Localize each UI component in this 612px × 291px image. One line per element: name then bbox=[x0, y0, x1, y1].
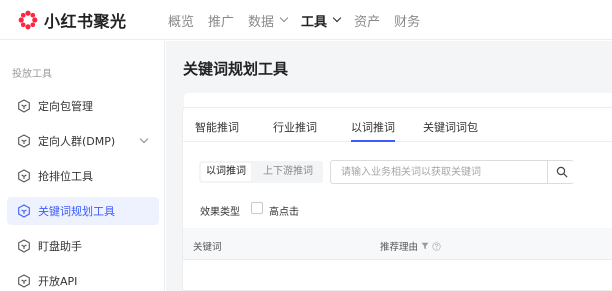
nav-label: 工具 bbox=[301, 14, 328, 30]
column-header-reason: 推荐理由 bbox=[380, 239, 441, 253]
high-click-checkbox[interactable] bbox=[251, 202, 263, 214]
tab-industry-recommend[interactable]: 行业推词 bbox=[273, 119, 317, 135]
keyword-panel: 智能推词 行业推词 以词推词 关键词词包 以词推词 上下游推词 效果类型 高点击 bbox=[182, 107, 612, 291]
table-header: 关键词 推荐理由 bbox=[183, 228, 612, 260]
nav-item-finance[interactable]: 财务 bbox=[394, 11, 420, 30]
column-label: 推荐理由 bbox=[380, 242, 419, 253]
shield-icon bbox=[18, 274, 30, 288]
search-button[interactable] bbox=[547, 161, 575, 183]
active-tab-indicator bbox=[351, 140, 395, 142]
shield-icon bbox=[18, 169, 30, 183]
help-icon[interactable] bbox=[432, 241, 441, 251]
sidebar-item-rank-grab[interactable]: 抢排位工具 bbox=[7, 162, 159, 190]
nav-label: 资产 bbox=[354, 14, 381, 30]
nav-item-data[interactable]: 数据 bbox=[248, 11, 289, 30]
filter-icon[interactable] bbox=[421, 242, 429, 250]
nav-item-promotion[interactable]: 推广 bbox=[208, 11, 234, 30]
effect-type-label: 效果类型 bbox=[200, 207, 240, 218]
sidebar-heading: 投放工具 bbox=[12, 69, 52, 80]
brand-logo[interactable]: 小红书聚光 bbox=[18, 8, 127, 32]
keyword-search-input[interactable] bbox=[331, 161, 547, 183]
chevron-down-icon[interactable] bbox=[139, 134, 149, 144]
sidebar-item-keyword-planner[interactable]: 关键词规划工具 bbox=[7, 197, 159, 225]
tab-keyword-package[interactable]: 关键词词包 bbox=[423, 119, 478, 135]
logo-icon bbox=[18, 10, 38, 30]
nav-item-overview[interactable]: 概览 bbox=[168, 11, 194, 30]
brand-name: 小红书聚光 bbox=[44, 12, 127, 31]
recommend-mode-toggle: 以词推词 上下游推词 bbox=[199, 161, 323, 183]
keyword-search-box bbox=[330, 160, 574, 184]
shield-icon bbox=[18, 204, 30, 218]
chevron-down-icon bbox=[279, 13, 289, 23]
page-title: 关键词规划工具 bbox=[183, 60, 289, 78]
sidebar-item-label: 抢排位工具 bbox=[38, 170, 93, 183]
nav-item-tools[interactable]: 工具 bbox=[301, 11, 342, 30]
shield-icon bbox=[18, 134, 30, 148]
high-click-label[interactable]: 高点击 bbox=[269, 203, 299, 218]
main-nav: 概览 推广 数据 工具 资产 财务 bbox=[168, 0, 434, 40]
nav-label: 财务 bbox=[394, 14, 421, 30]
tab-smart-recommend[interactable]: 智能推词 bbox=[195, 119, 239, 135]
nav-item-assets[interactable]: 资产 bbox=[354, 11, 380, 30]
sidebar-item-label: 开放API bbox=[38, 275, 78, 288]
sidebar-item-label: 盯盘助手 bbox=[38, 240, 82, 253]
sidebar-item-label: 定向包管理 bbox=[38, 100, 93, 113]
app-window: 小红书聚光 概览 推广 数据 工具 资产 财务 投放工具 定向包管理 定向人群(… bbox=[0, 0, 612, 291]
search-icon bbox=[556, 166, 567, 178]
sidebar-item-label: 定向人群(DMP) bbox=[38, 135, 116, 148]
nav-label: 数据 bbox=[248, 14, 275, 30]
sidebar-item-monitor-assistant[interactable]: 盯盘助手 bbox=[7, 232, 159, 260]
mode-option-word[interactable]: 以词推词 bbox=[201, 163, 251, 181]
column-label: 关键词 bbox=[193, 242, 222, 253]
nav-label: 推广 bbox=[208, 14, 235, 30]
column-header-keyword: 关键词 bbox=[193, 239, 222, 253]
sidebar-item-targeting-package[interactable]: 定向包管理 bbox=[7, 92, 159, 120]
chevron-down-icon bbox=[332, 13, 342, 23]
sidebar: 投放工具 定向包管理 定向人群(DMP) 抢排位工具 关键词规划工具 盯盘助手 … bbox=[0, 41, 165, 291]
sidebar-item-label: 关键词规划工具 bbox=[38, 205, 115, 218]
sidebar-item-open-api[interactable]: 开放API bbox=[7, 267, 159, 291]
main-content: 关键词规划工具 智能推词 行业推词 以词推词 关键词词包 以词推词 上下游推词 … bbox=[166, 41, 612, 291]
nav-label: 概览 bbox=[168, 14, 195, 30]
shield-icon bbox=[18, 99, 30, 113]
tab-bar: 智能推词 行业推词 以词推词 关键词词包 bbox=[183, 108, 612, 142]
tab-word-to-word[interactable]: 以词推词 bbox=[351, 119, 395, 135]
mode-option-upstream[interactable]: 上下游推词 bbox=[255, 163, 321, 181]
shield-icon bbox=[18, 239, 30, 253]
top-navigation-bar: 小红书聚光 概览 推广 数据 工具 资产 财务 bbox=[0, 0, 612, 40]
sidebar-item-dmp[interactable]: 定向人群(DMP) bbox=[7, 127, 159, 155]
